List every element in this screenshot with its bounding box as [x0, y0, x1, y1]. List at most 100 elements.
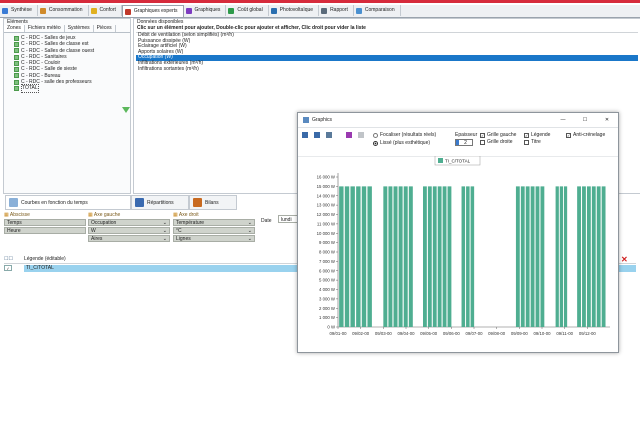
- subtab-3[interactable]: Pièces: [94, 25, 116, 32]
- tab-report[interactable]: Rapport: [319, 5, 354, 16]
- axis-abscisse: ▦ Abscisse Temps Heure: [4, 212, 86, 235]
- tab-synthesis[interactable]: Synthèse: [0, 5, 38, 16]
- axis-right-title: ▦ Axe droit: [173, 212, 199, 218]
- checkbox-checked-icon[interactable]: [14, 86, 19, 92]
- row-checkbox[interactable]: ✓: [4, 265, 12, 271]
- palette-icon[interactable]: [346, 132, 352, 138]
- bar: [388, 186, 393, 327]
- save-as-icon[interactable]: [314, 132, 320, 138]
- tab-label: Consommation: [48, 7, 83, 13]
- bar: [559, 186, 563, 327]
- chevron-down-icon: ⌄: [247, 228, 252, 234]
- checkbox-checked-icon[interactable]: [14, 79, 19, 85]
- bar: [555, 186, 559, 327]
- left-axis-field-1[interactable]: Occupation ⌄: [88, 219, 170, 226]
- graphics-title: Graphics: [312, 117, 333, 123]
- checkbox-icon: [524, 139, 529, 145]
- legend-swatch: [438, 158, 443, 163]
- title-bar-accent: [0, 0, 640, 3]
- checkbox-checked-icon[interactable]: [14, 73, 19, 79]
- bar: [403, 186, 408, 327]
- delete-icon[interactable]: ✕: [621, 256, 628, 264]
- save-icon[interactable]: [302, 132, 308, 138]
- abscisse-field-1[interactable]: Temps: [4, 219, 86, 226]
- chart-tab-0[interactable]: Courbes en fonction du temps: [5, 195, 131, 210]
- maximize-button[interactable]: ☐: [574, 117, 596, 123]
- tree-item[interactable]: TOTAL: [14, 84, 130, 93]
- tab-pv[interactable]: Photovoltaïque: [269, 5, 320, 16]
- x-tick-label: 09/09-00: [511, 331, 529, 336]
- axis-icon: ▦: [88, 212, 93, 218]
- cb-titre[interactable]: Titre: [524, 139, 541, 145]
- edit-icon[interactable]: ☐☐: [4, 256, 24, 263]
- y-tick-label: 4 000 W: [319, 287, 336, 292]
- checkbox-checked-icon[interactable]: [14, 48, 19, 54]
- cb-grille-gauche[interactable]: ✓ Grille gauche: [480, 132, 516, 138]
- right-axis-field-1[interactable]: Température ⌄: [173, 219, 255, 226]
- bar: [398, 186, 403, 327]
- chart-tab-2[interactable]: Bilans: [189, 195, 237, 210]
- elements-subtabs: Zones Fichiers météo Systèmes Pièces: [4, 25, 130, 33]
- right-axis-field-2[interactable]: °C ⌄: [173, 227, 255, 234]
- checkbox-checked-icon[interactable]: [14, 35, 19, 41]
- checkbox-checked-icon[interactable]: [14, 54, 19, 60]
- right-axis-field-3[interactable]: Lignes ⌄: [173, 235, 255, 242]
- bar: [601, 186, 606, 327]
- folder-icon[interactable]: [358, 132, 364, 138]
- radio-icon: [373, 132, 378, 138]
- bar: [530, 186, 535, 327]
- y-tick-label: 16 000 W: [317, 175, 336, 180]
- y-tick-label: 6 000 W: [319, 268, 336, 273]
- elements-panel: Eléments Zones Fichiers météo Systèmes Pièc…: [3, 18, 131, 194]
- subtab-2[interactable]: Systèmes: [65, 25, 94, 32]
- tab-consumption[interactable]: Consommation: [38, 5, 89, 16]
- tab-comfort[interactable]: Confort: [89, 5, 122, 16]
- bar: [393, 186, 398, 327]
- y-tick-label: 5 000 W: [319, 278, 336, 283]
- y-tick-label: 0 W: [327, 325, 336, 330]
- report-icon: [321, 7, 328, 14]
- axis-icon: ▦: [173, 212, 178, 218]
- tab-compare[interactable]: Comparaison: [354, 5, 401, 16]
- radio-focaliser[interactable]: Focaliser (résultats réels): [373, 132, 436, 138]
- minimize-button[interactable]: —: [552, 117, 574, 123]
- cb-legende[interactable]: ✓ Légende: [524, 132, 550, 138]
- chart-tab-1[interactable]: Répartitions: [131, 195, 189, 210]
- tab-expert-charts[interactable]: Graphiques experts: [121, 5, 184, 17]
- abscisse-field-2[interactable]: Heure: [4, 227, 86, 234]
- cb-anticrenelage[interactable]: ✓ Anti-crénelage: [566, 132, 605, 138]
- cb-grille-droite[interactable]: Grille droite: [480, 139, 513, 145]
- tab-charts[interactable]: Graphiques: [184, 5, 227, 16]
- tab-label: Rapport: [330, 7, 348, 13]
- checkbox-checked-icon[interactable]: [14, 60, 19, 66]
- checkbox-checked-icon[interactable]: [14, 67, 19, 73]
- y-tick-label: 13 000 W: [317, 203, 336, 208]
- left-axis-field-3[interactable]: Aires ⌄: [88, 235, 170, 242]
- consumption-icon: [39, 7, 46, 14]
- subtab-1[interactable]: Fichiers météo: [25, 25, 65, 32]
- chevron-down-icon: ⌄: [247, 220, 252, 226]
- bar: [525, 186, 530, 327]
- add-arrow-icon[interactable]: [122, 107, 130, 113]
- chart-type-tabs: Courbes en fonction du temps Répartitions…: [5, 195, 237, 210]
- checkbox-checked-icon: ✓: [566, 132, 571, 138]
- bar: [344, 186, 350, 327]
- data-list-item[interactable]: Infiltrations sortantes (m³/h): [136, 66, 638, 73]
- date-label: Date: [261, 218, 272, 224]
- close-button[interactable]: ✕: [596, 117, 618, 123]
- compare-icon: [355, 7, 362, 14]
- radio-lisse[interactable]: Lissé (plus esthétique): [373, 140, 430, 146]
- chevron-down-icon: ⌄: [162, 236, 167, 242]
- data-list: Débit de ventilation (selon simplifiés) …: [136, 32, 638, 72]
- y-tick-label: 8 000 W: [319, 250, 336, 255]
- checkbox-checked-icon: ✓: [524, 132, 529, 138]
- left-axis-field-2[interactable]: W ⌄: [88, 227, 170, 234]
- bar: [577, 186, 581, 327]
- axis-abscisse-title: ▦ Abscisse: [4, 212, 30, 218]
- epaisseur-spinner[interactable]: 2: [455, 139, 473, 146]
- subtab-0[interactable]: Zones: [4, 25, 25, 32]
- bar: [461, 186, 466, 327]
- checkbox-checked-icon[interactable]: [14, 41, 19, 47]
- export-icon[interactable]: [326, 132, 332, 138]
- tab-cost[interactable]: Coût global: [226, 5, 269, 16]
